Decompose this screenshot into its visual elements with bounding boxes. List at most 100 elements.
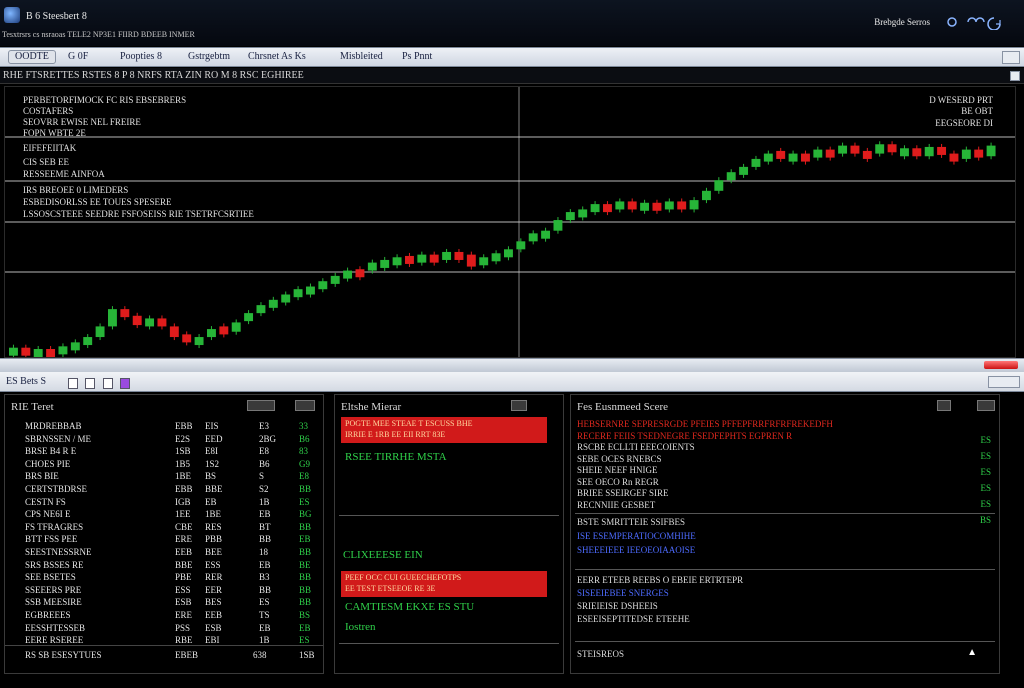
table-row[interactable]: SRS BSSES RE BBE ESS EB BE: [5, 560, 323, 573]
folder-icon[interactable]: [68, 378, 78, 389]
toolbar-item-4[interactable]: Chrsnet As Ks: [248, 51, 306, 62]
news-item[interactable]: RSCBE ECLLTI EEECOIENTS: [577, 442, 695, 452]
candle[interactable]: [268, 296, 278, 311]
candle[interactable]: [466, 251, 476, 270]
news-item[interactable]: HEBSERNRE SEPRESRGDE PFEIES PFFEPFRRFRFR…: [577, 419, 833, 429]
toolbar-item-3[interactable]: Gstrgebtm: [188, 51, 230, 62]
candle[interactable]: [850, 142, 860, 157]
table-row[interactable]: SSEEERS PRE ESS EER BB BB: [5, 585, 323, 598]
candle[interactable]: [986, 142, 996, 160]
candle[interactable]: [429, 251, 439, 266]
toolbar-item-5[interactable]: Misbleited: [340, 51, 383, 62]
symbol-scroll-button[interactable]: [1010, 71, 1020, 81]
candle[interactable]: [145, 315, 155, 330]
market-watch-button[interactable]: [511, 400, 527, 411]
candle[interactable]: [900, 145, 909, 160]
panel-divider[interactable]: [0, 358, 1024, 372]
table-row[interactable]: BRS BIE 1BE BS S E8: [5, 471, 323, 484]
candle[interactable]: [937, 143, 947, 158]
candle[interactable]: [862, 147, 872, 162]
candle[interactable]: [664, 198, 674, 213]
candle[interactable]: [677, 198, 687, 213]
refresh-icon[interactable]: [987, 17, 1001, 30]
candle[interactable]: [801, 150, 810, 165]
news-item[interactable]: SRIEIEISE DSHEEIS: [577, 601, 658, 611]
candle[interactable]: [182, 331, 192, 346]
table-row[interactable]: MRDREBBAB EBB EIS E3 33: [5, 421, 323, 434]
bottom-close-button[interactable]: [988, 376, 1020, 388]
news-item[interactable]: EERR ETEEB REEBS O EBEIE ERTRTEPR: [577, 575, 743, 585]
candle[interactable]: [46, 346, 56, 358]
table-row[interactable]: SSB MEESIRE ESB BES ES BB: [5, 597, 323, 610]
news-item[interactable]: SEE OECO Rn REGR: [577, 477, 659, 487]
candle[interactable]: [516, 238, 526, 253]
link-icon[interactable]: [967, 17, 985, 23]
candle[interactable]: [838, 142, 848, 157]
candle[interactable]: [553, 217, 563, 234]
candle[interactable]: [58, 343, 68, 357]
candle[interactable]: [207, 326, 216, 341]
candle[interactable]: [9, 344, 18, 358]
candle[interactable]: [875, 141, 885, 157]
candle[interactable]: [491, 250, 501, 265]
table-row[interactable]: BTT FSS PEE ERE PBB BB EB: [5, 534, 323, 547]
watchlist-settings-button[interactable]: [247, 400, 275, 411]
candle[interactable]: [603, 201, 612, 216]
candle[interactable]: [504, 246, 513, 261]
candle[interactable]: [652, 199, 662, 214]
table-row[interactable]: CESTN FS IGB EB 1B ES: [5, 497, 323, 510]
candle[interactable]: [281, 291, 291, 306]
candle[interactable]: [95, 323, 105, 341]
divider-close-button[interactable]: [984, 361, 1018, 369]
candle[interactable]: [380, 256, 390, 271]
table-row[interactable]: BRSE B4 R E 1SB E8I E8 83: [5, 446, 323, 459]
candle[interactable]: [887, 141, 897, 156]
news-item[interactable]: BSTE SMRITTEIE SSIFBES: [577, 517, 685, 527]
candle[interactable]: [615, 198, 625, 213]
settings-icon[interactable]: [947, 17, 957, 27]
candle[interactable]: [924, 143, 934, 160]
candle[interactable]: [912, 145, 922, 160]
table-row[interactable]: CERTSTBDRSE EBB BBE S2 BB: [5, 484, 323, 497]
table-row[interactable]: EESSHTESSEB PSS ESB EB EB: [5, 623, 323, 636]
candle[interactable]: [949, 150, 959, 165]
candle[interactable]: [565, 209, 575, 224]
candle[interactable]: [479, 254, 489, 269]
candle[interactable]: [194, 334, 204, 349]
candle[interactable]: [219, 323, 229, 338]
toolbar-item-6[interactable]: Ps Pnnt: [402, 51, 432, 62]
candle[interactable]: [157, 315, 167, 330]
candle[interactable]: [405, 252, 414, 267]
watchlist-close-button[interactable]: [295, 400, 315, 411]
candle[interactable]: [318, 278, 328, 293]
news-item[interactable]: SISEEIEBEE SNERGES: [577, 588, 669, 598]
toolbar-close-button[interactable]: [1002, 51, 1020, 64]
quote-button[interactable]: OODTE: [8, 50, 56, 64]
news-item[interactable]: SHEIE NEEF HNIGE: [577, 465, 658, 475]
candle[interactable]: [355, 266, 365, 281]
candle[interactable]: [689, 197, 699, 213]
news-item[interactable]: SEBE OCES RNEBCS: [577, 454, 662, 464]
table-row[interactable]: SEESTNESSRNE EEB BEE 18 BB: [5, 547, 323, 560]
candle[interactable]: [392, 254, 402, 269]
candle[interactable]: [33, 346, 43, 358]
news-item[interactable]: RECERE FEIIS TSEDNEGRE FSEDFEPHTS EGPREN…: [577, 431, 792, 441]
alert-band[interactable]: POGTE MEE STEAE T ESCUSS BHE IRRIE E 1RB…: [341, 417, 547, 443]
candle[interactable]: [244, 310, 254, 325]
candle[interactable]: [578, 206, 588, 221]
candle[interactable]: [974, 146, 984, 161]
candle[interactable]: [788, 150, 798, 165]
candle[interactable]: [293, 286, 303, 301]
candle[interactable]: [231, 319, 241, 335]
candlestick-chart[interactable]: [5, 87, 1016, 358]
candle[interactable]: [120, 306, 130, 321]
candle[interactable]: [640, 199, 650, 214]
candle[interactable]: [825, 146, 835, 161]
toolbar-item-1[interactable]: G 0F: [68, 51, 88, 62]
candle[interactable]: [813, 146, 823, 161]
candle[interactable]: [702, 187, 711, 204]
candle[interactable]: [442, 248, 452, 263]
news-close-button[interactable]: [977, 400, 995, 411]
candle[interactable]: [70, 339, 80, 354]
candle[interactable]: [108, 306, 117, 330]
